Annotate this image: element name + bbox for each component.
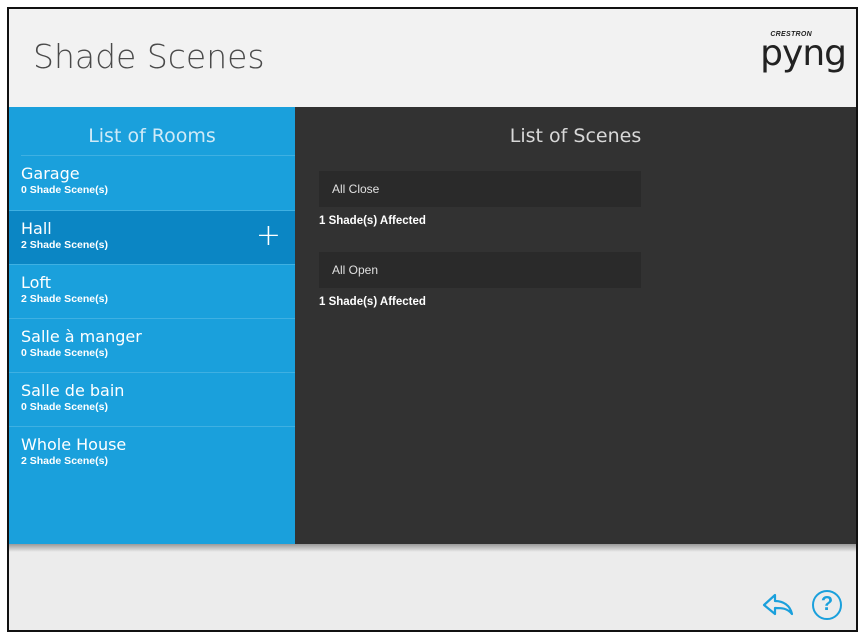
back-arrow-icon [762, 593, 794, 616]
scene-item-all-open[interactable]: All Open 1 Shade(s) Affected [319, 252, 641, 308]
crestron-pyng-logo: CRESTRON pyng [756, 23, 847, 83]
panel-divider-shadow [9, 544, 856, 552]
scene-item-all-close[interactable]: All Close 1 Shade(s) Affected [319, 171, 641, 227]
room-item-loft[interactable]: Loft 2 Shade Scene(s) [9, 264, 295, 318]
room-scene-count: 0 Shade Scene(s) [21, 184, 108, 196]
scenes-panel-title: List of Scenes [509, 125, 642, 147]
add-scene-plus-icon[interactable]: + [256, 221, 281, 251]
scene-name[interactable]: All Close [319, 171, 641, 207]
logo-word: pyng [760, 33, 847, 74]
room-name: Garage [21, 164, 80, 183]
room-item-salle-de-bain[interactable]: Salle de bain 0 Shade Scene(s) [9, 372, 295, 426]
scene-affected-count: 1 Shade(s) Affected [319, 215, 426, 227]
room-scene-count: 2 Shade Scene(s) [21, 293, 108, 305]
back-button[interactable] [761, 588, 795, 622]
help-icon: ? [812, 590, 842, 620]
rooms-panel-title: List of Rooms [88, 125, 216, 147]
room-name: Salle à manger [21, 327, 142, 346]
room-name: Loft [21, 273, 52, 292]
room-item-whole-house[interactable]: Whole House 2 Shade Scene(s) [9, 426, 295, 480]
room-scene-count: 2 Shade Scene(s) [21, 239, 108, 251]
room-item-salle-a-manger[interactable]: Salle à manger 0 Shade Scene(s) [9, 318, 295, 372]
room-scene-count: 0 Shade Scene(s) [21, 401, 108, 413]
room-name: Whole House [21, 435, 127, 454]
room-name: Hall [21, 219, 52, 238]
help-button[interactable]: ? [810, 588, 844, 622]
header: Shade Scenes CRESTRON pyng [9, 9, 856, 107]
app-window: Shade Scenes CRESTRON pyng List of Rooms… [7, 7, 858, 632]
room-item-hall[interactable]: Hall 2 Shade Scene(s) + [9, 210, 295, 264]
scene-name[interactable]: All Open [319, 252, 641, 288]
room-item-garage[interactable]: Garage 0 Shade Scene(s) [9, 156, 295, 210]
room-list: Garage 0 Shade Scene(s) Hall 2 Shade Sce… [9, 155, 295, 480]
page-title: Shade Scenes [33, 37, 265, 76]
scene-affected-count: 1 Shade(s) Affected [319, 296, 426, 308]
rooms-panel: List of Rooms Garage 0 Shade Scene(s) Ha… [9, 107, 295, 544]
scenes-panel: List of Scenes All Close 1 Shade(s) Affe… [295, 107, 856, 544]
room-scene-count: 0 Shade Scene(s) [21, 347, 108, 359]
room-scene-count: 2 Shade Scene(s) [21, 455, 108, 467]
room-name: Salle de bain [21, 381, 125, 400]
